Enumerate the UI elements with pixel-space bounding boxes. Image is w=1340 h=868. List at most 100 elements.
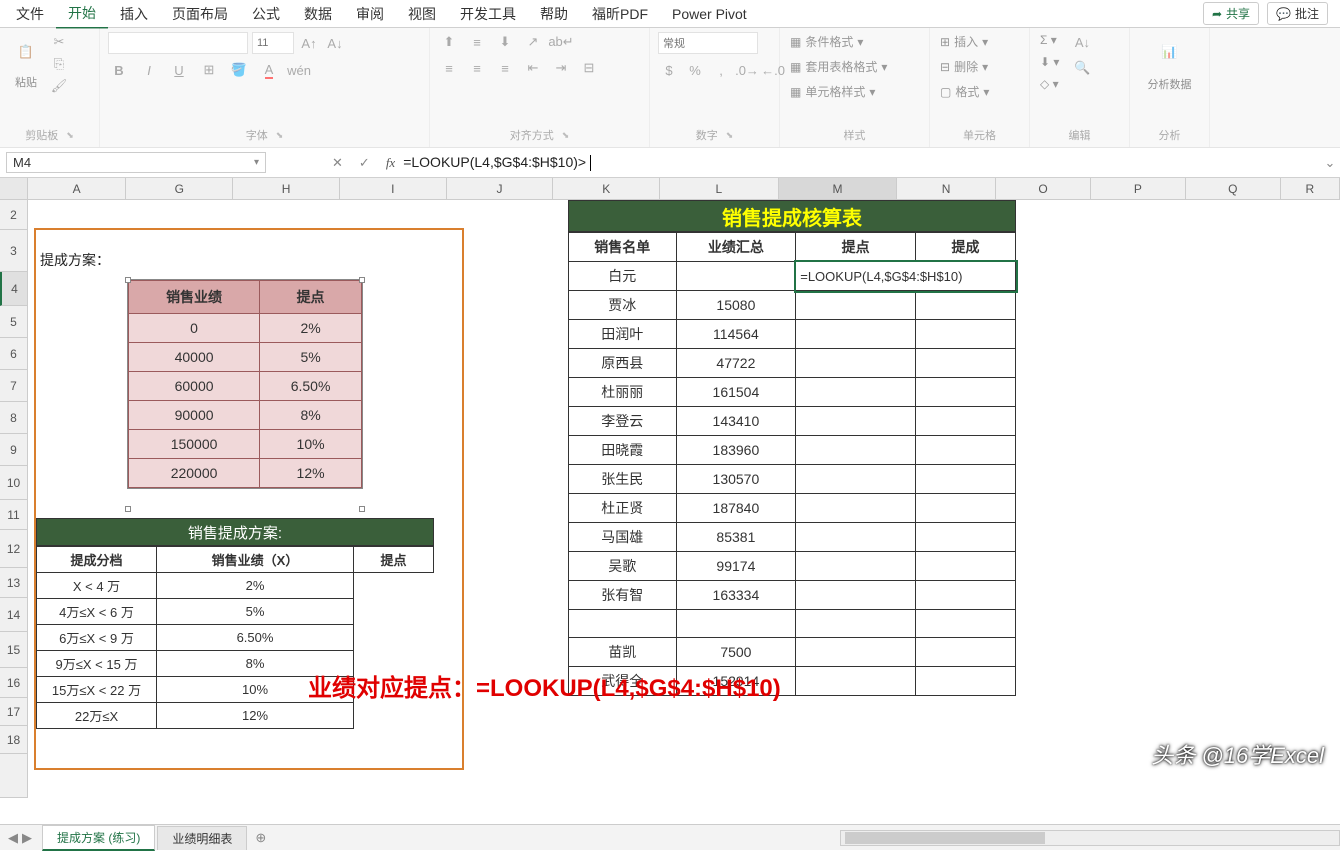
row-header[interactable] (0, 754, 27, 798)
clear-button[interactable]: ◇ ▾ (1038, 76, 1061, 92)
row-header[interactable]: 3 (0, 230, 27, 272)
col-header[interactable]: K (553, 178, 660, 199)
sheet-tab-active[interactable]: 提成方案 (练习) (42, 825, 155, 851)
row-header[interactable]: 10 (0, 466, 27, 500)
col-header[interactable]: M (779, 178, 898, 199)
align-left-icon[interactable]: ≡ (438, 58, 460, 78)
tab-dev[interactable]: 开发工具 (448, 0, 528, 28)
name-box[interactable]: M4 ▾ (6, 152, 266, 173)
align-right-icon[interactable]: ≡ (494, 58, 516, 78)
confirm-formula-icon[interactable]: ✓ (359, 155, 370, 171)
fill-color-icon[interactable]: 🪣 (228, 60, 250, 80)
sheet-tab[interactable]: 业绩明细表 (157, 826, 247, 850)
currency-icon[interactable]: $ (658, 60, 680, 80)
editing-cell[interactable]: =LOOKUP(L4,$G$4:$H$10) (796, 262, 1016, 291)
col-header[interactable]: L (660, 178, 779, 199)
align-middle-icon[interactable]: ≡ (466, 32, 488, 52)
selection-handle[interactable] (125, 506, 131, 512)
wrap-text-icon[interactable]: ab↵ (550, 32, 572, 52)
share-button[interactable]: ➦ 共享 (1203, 2, 1259, 25)
row-header[interactable]: 15 (0, 632, 27, 668)
sheet-nav-prev-icon[interactable]: ◀ (8, 830, 18, 846)
col-header[interactable]: O (996, 178, 1091, 199)
tab-home[interactable]: 开始 (56, 0, 108, 29)
row-header[interactable]: 13 (0, 568, 27, 598)
selection-handle[interactable] (359, 277, 365, 283)
increase-decimal-icon[interactable]: .0→ (736, 60, 758, 80)
col-header[interactable]: G (126, 178, 233, 199)
tab-help[interactable]: 帮助 (528, 0, 580, 28)
row-header[interactable]: 14 (0, 598, 27, 632)
cells-area[interactable]: 提成方案： 销售业绩提点 02%400005%600006.50%900008%… (28, 200, 1340, 800)
horizontal-scrollbar[interactable] (840, 830, 1340, 846)
number-launcher[interactable]: ⬊ (726, 130, 734, 141)
phonetic-icon[interactable]: wén (288, 60, 310, 80)
orientation-icon[interactable]: ↗ (522, 32, 544, 52)
bold-icon[interactable]: B (108, 60, 130, 80)
expand-formula-bar-icon[interactable]: ⌄ (1320, 155, 1340, 171)
find-select-icon[interactable]: 🔍 (1071, 58, 1093, 78)
tab-data[interactable]: 数据 (292, 0, 344, 28)
row-header[interactable]: 2 (0, 200, 27, 230)
align-top-icon[interactable]: ⬆ (438, 32, 460, 52)
tab-insert[interactable]: 插入 (108, 0, 160, 28)
format-painter-icon[interactable]: 🖌 (48, 76, 70, 96)
analyze-data-icon[interactable]: 📊 (1152, 32, 1188, 72)
tab-file[interactable]: 文件 (4, 0, 56, 28)
font-launcher[interactable]: ⬊ (276, 130, 284, 141)
tab-formulas[interactable]: 公式 (240, 0, 292, 28)
row-header[interactable]: 17 (0, 698, 27, 726)
delete-cells-button[interactable]: ⊟ 删除 ▾ (938, 57, 991, 76)
row-header[interactable]: 7 (0, 370, 27, 402)
merge-icon[interactable]: ⊟ (578, 58, 600, 78)
copy-icon[interactable]: ⎘ (48, 54, 70, 74)
row-header[interactable]: 4 (0, 272, 27, 306)
col-header[interactable]: R (1281, 178, 1340, 199)
font-family-select[interactable] (108, 32, 248, 54)
align-center-icon[interactable]: ≡ (466, 58, 488, 78)
fill-button[interactable]: ⬇ ▾ (1038, 54, 1061, 70)
cell-styles-button[interactable]: ▦ 单元格样式 ▾ (788, 82, 889, 101)
align-launcher[interactable]: ⬊ (562, 130, 570, 141)
col-header[interactable]: I (340, 178, 447, 199)
row-header[interactable]: 8 (0, 402, 27, 434)
tab-layout[interactable]: 页面布局 (160, 0, 240, 28)
underline-icon[interactable]: U (168, 60, 190, 80)
row-header[interactable]: 6 (0, 338, 27, 370)
clipboard-launcher[interactable]: ⬊ (66, 130, 74, 141)
col-header[interactable]: A (28, 178, 127, 199)
row-header[interactable]: 18 (0, 726, 27, 754)
comma-icon[interactable]: , (710, 60, 732, 80)
percent-icon[interactable]: % (684, 60, 706, 80)
tab-powerpivot[interactable]: Power Pivot (660, 2, 759, 26)
italic-icon[interactable]: I (138, 60, 160, 80)
comment-button[interactable]: 💬 批注 (1267, 2, 1328, 25)
col-header[interactable]: J (447, 178, 554, 199)
format-cells-button[interactable]: ▢ 格式 ▾ (938, 82, 991, 101)
tab-view[interactable]: 视图 (396, 0, 448, 28)
col-header[interactable]: Q (1186, 178, 1281, 199)
sheet-nav-next-icon[interactable]: ▶ (22, 830, 32, 846)
increase-indent-icon[interactable]: ⇥ (550, 58, 572, 78)
row-header[interactable]: 11 (0, 500, 27, 530)
cancel-formula-icon[interactable]: ✕ (332, 155, 343, 171)
namebox-dropdown-icon[interactable]: ▾ (254, 157, 259, 168)
fx-icon[interactable]: fx (386, 155, 395, 171)
col-header[interactable]: H (233, 178, 340, 199)
font-size-select[interactable] (252, 32, 294, 54)
row-header[interactable]: 5 (0, 306, 27, 338)
selection-handle[interactable] (359, 506, 365, 512)
selection-handle[interactable] (125, 277, 131, 283)
conditional-format-button[interactable]: ▦ 条件格式 ▾ (788, 32, 889, 51)
sort-filter-icon[interactable]: A↓ (1071, 32, 1093, 52)
row-header[interactable]: 12 (0, 530, 27, 568)
formula-input[interactable]: =LOOKUP(L4,$G$4:$H$10)> (395, 152, 1320, 173)
number-format-select[interactable] (658, 32, 758, 54)
col-header[interactable]: P (1091, 178, 1186, 199)
cut-icon[interactable]: ✂ (48, 32, 70, 52)
autosum-button[interactable]: Σ ▾ (1038, 32, 1061, 48)
table-format-button[interactable]: ▦ 套用表格格式 ▾ (788, 57, 889, 76)
border-icon[interactable]: ⊞ (198, 60, 220, 80)
decrease-indent-icon[interactable]: ⇤ (522, 58, 544, 78)
insert-cells-button[interactable]: ⊞ 插入 ▾ (938, 32, 991, 51)
